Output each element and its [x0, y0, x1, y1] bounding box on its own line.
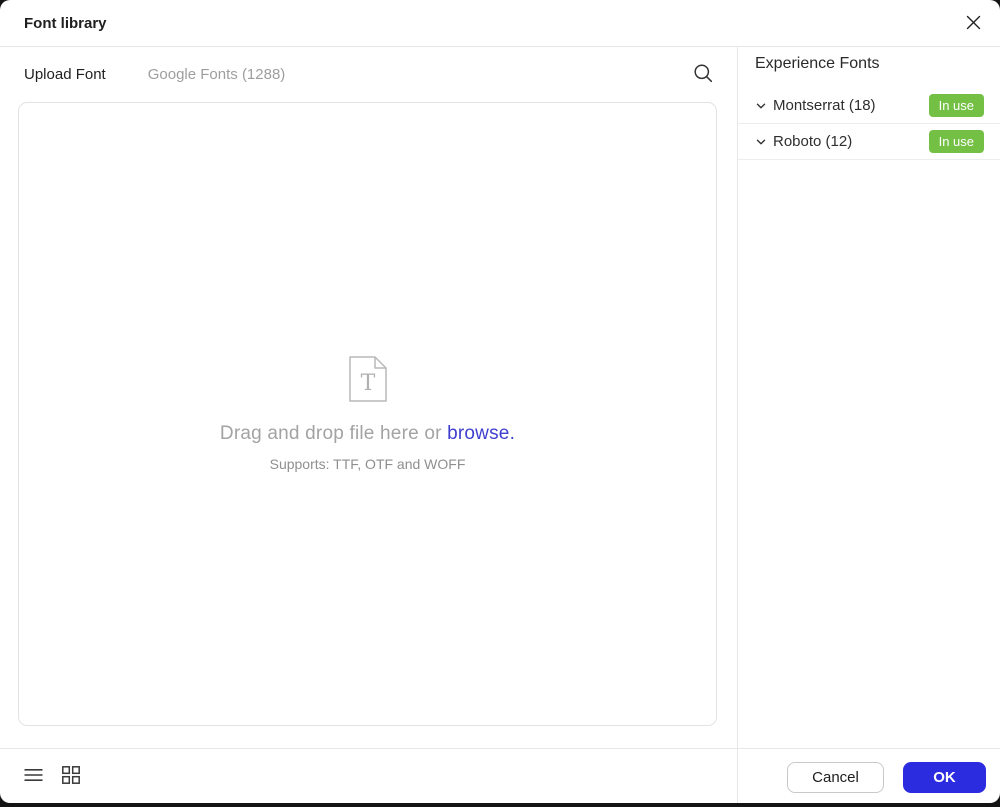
- list-view-button[interactable]: [22, 765, 44, 787]
- experience-fonts-list: Montserrat (18) In use Roboto (12) In us…: [738, 88, 1000, 160]
- chevron-down-icon[interactable]: [755, 136, 767, 148]
- search-icon: [692, 62, 714, 87]
- grid-view-icon: [62, 765, 80, 787]
- grid-view-button[interactable]: [60, 765, 82, 787]
- ok-button[interactable]: OK: [903, 762, 986, 793]
- cancel-button[interactable]: Cancel: [787, 762, 884, 793]
- font-name-label: Roboto (12): [773, 133, 853, 150]
- close-button[interactable]: [961, 12, 985, 36]
- font-name-label: Montserrat (18): [773, 97, 876, 114]
- browse-link[interactable]: browse: [447, 423, 509, 444]
- svg-text:T: T: [360, 371, 375, 396]
- in-use-badge: In use: [928, 94, 984, 117]
- dialog-title: Font library: [24, 15, 107, 32]
- dialog-header: Font library: [0, 0, 1000, 47]
- upload-dropzone[interactable]: T Drag and drop file here or browse. Sup…: [18, 102, 717, 726]
- close-icon: [966, 15, 981, 33]
- in-use-badge: In use: [928, 130, 984, 153]
- list-view-icon: [24, 767, 43, 786]
- footer-divider: [0, 748, 1000, 749]
- font-file-icon: T: [348, 356, 387, 407]
- tab-bar: Upload Font Google Fonts (1288): [0, 47, 737, 102]
- drag-drop-text: Drag and drop file here or browse.: [220, 423, 515, 445]
- chevron-down-icon[interactable]: [755, 100, 767, 112]
- tab-upload-font[interactable]: Upload Font: [24, 66, 106, 83]
- tab-google-fonts[interactable]: Google Fonts (1288): [148, 66, 286, 83]
- drag-drop-suffix: .: [509, 423, 516, 444]
- font-row-montserrat[interactable]: Montserrat (18) In use: [738, 88, 1000, 124]
- font-row-roboto[interactable]: Roboto (12) In use: [738, 124, 1000, 160]
- font-library-dialog: Font library Upload Font Google Fonts (1…: [0, 0, 1000, 803]
- supported-formats-text: Supports: TTF, OTF and WOFF: [269, 456, 466, 472]
- drag-drop-prefix: Drag and drop file here or: [219, 423, 448, 444]
- view-toggles: [22, 765, 82, 787]
- search-button[interactable]: [691, 63, 715, 87]
- experience-fonts-header: Experience Fonts: [755, 55, 880, 72]
- panel-divider: [737, 47, 738, 803]
